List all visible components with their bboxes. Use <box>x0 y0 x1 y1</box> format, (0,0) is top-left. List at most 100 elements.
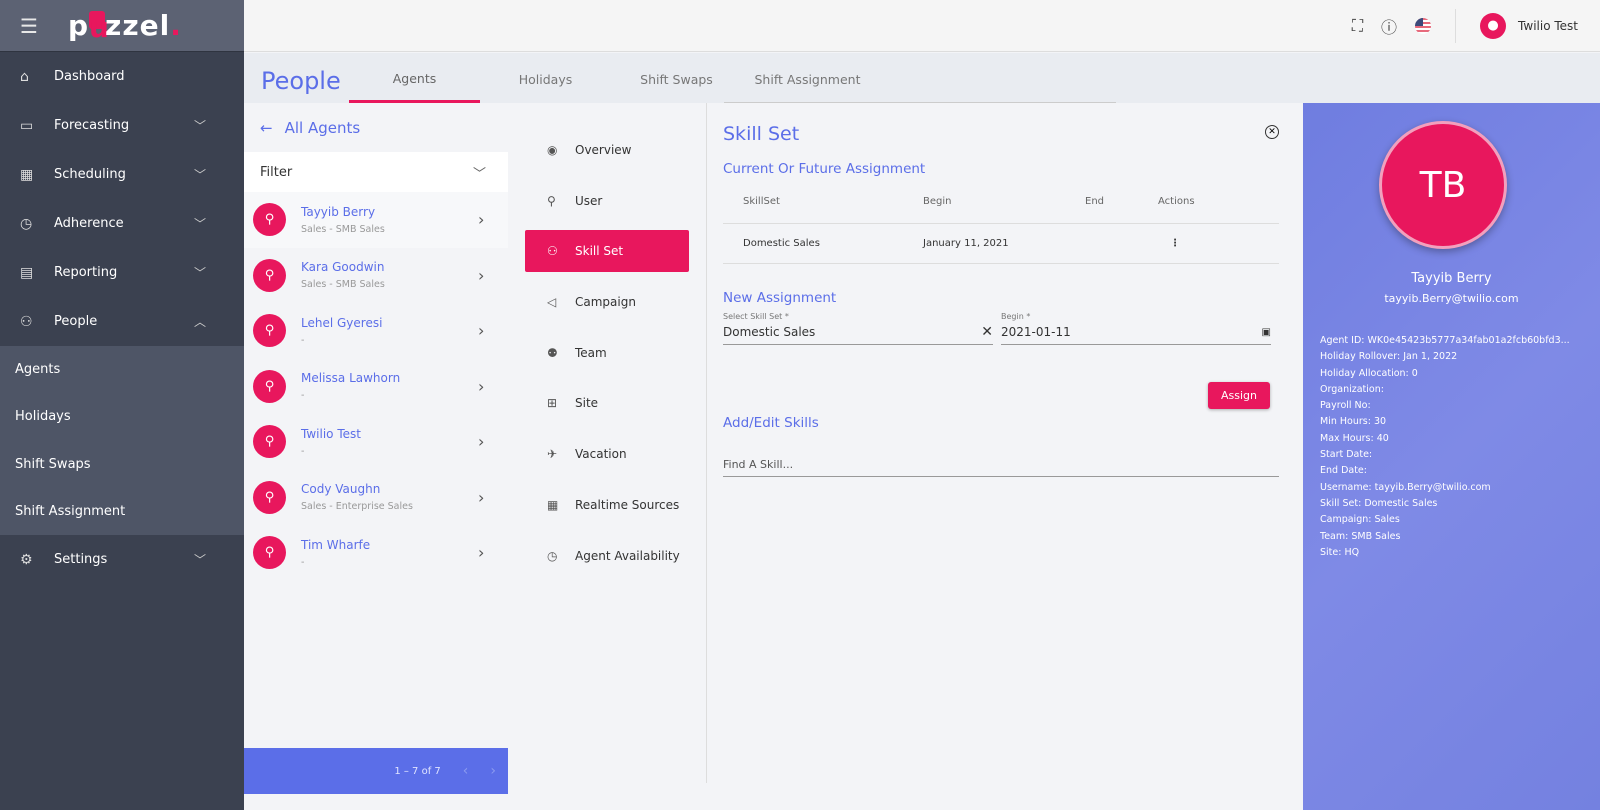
help-icon[interactable]: ⓘ <box>1381 14 1397 38</box>
sidebar-item-forecasting[interactable]: ▭ Forecasting ﹀ <box>0 101 244 150</box>
agent-list-item[interactable]: ⚲ Tim Wharfe - › <box>244 525 508 581</box>
skill-set-panel: Skill Set ✕ Current Or Future Assignment… <box>723 103 1279 477</box>
user-icon: ⚲ <box>253 314 286 348</box>
tab-agents[interactable]: Agents <box>349 71 480 103</box>
agent-list-item[interactable]: ⚲ Kara Goodwin Sales - SMB Sales › <box>244 248 508 304</box>
sitemap-icon: ⊞ <box>547 396 558 411</box>
tab-holidays[interactable]: Holidays <box>480 72 611 103</box>
agent-list-item[interactable]: ⚲ Twilio Test - › <box>244 414 508 470</box>
chevron-down-icon: ﹀ <box>472 166 486 182</box>
agent-team: - <box>301 334 305 346</box>
agent-team: Sales - Enterprise Sales <box>301 501 413 513</box>
user-avatar-icon[interactable]: ● <box>1480 12 1507 39</box>
user-name[interactable]: Twilio Test <box>1518 19 1578 33</box>
sidebar-subitem-shift-swaps[interactable]: Shift Swaps <box>0 441 244 488</box>
divider <box>1455 8 1457 43</box>
calendar-icon: ▦ <box>547 497 559 512</box>
detail-row: Payroll No: <box>1320 400 1371 412</box>
agent-list-item[interactable]: ⚲ Tayyib Berry Sales - SMB Sales › <box>244 192 508 248</box>
user-icon: ⚲ <box>253 536 286 570</box>
section-title: Skill Set <box>723 123 800 145</box>
menu-item-agent-availability[interactable]: ◷ Agent Availability <box>525 535 689 577</box>
agent-list-panel: ← All Agents Filter ﹀ ⚲ Tayyib Berry Sales -… <box>244 103 508 810</box>
chevron-right-icon: › <box>478 487 485 507</box>
agent-list-item[interactable]: ⚲ Melissa Lawhorn - › <box>244 359 508 415</box>
sidebar-item-scheduling[interactable]: ▦ Scheduling ﹀ <box>0 150 244 199</box>
begin-date-field[interactable]: 2021-01-11 ▣ <box>1001 321 1271 345</box>
tab-shift-swaps[interactable]: Shift Swaps <box>611 72 742 103</box>
calendar-icon: ▦ <box>20 166 34 183</box>
user-icon: ⚲ <box>547 193 556 208</box>
sidebar-item-reporting[interactable]: ▤ Reporting ﹀ <box>0 248 244 297</box>
sidebar-item-adherence[interactable]: ◷ Adherence ﹀ <box>0 199 244 248</box>
gear-icon: ⚙ <box>20 551 33 568</box>
sidebar: ☰ puzzel. ⌂ Dashboard ▭ Forecasting ﹀ ▦ Sche… <box>0 0 244 810</box>
menu-item-site[interactable]: ⊞ Site <box>525 382 689 424</box>
sidebar-subitem-shift-assignment[interactable]: Shift Assignment <box>0 488 244 535</box>
puzzel-logo[interactable]: puzzel. <box>68 9 182 44</box>
table-row: Domestic Sales January 11, 2021 ⋮ <box>723 223 1279 264</box>
sidebar-item-settings[interactable]: ⚙ Settings ﹀ <box>0 535 244 584</box>
all-agents-back[interactable]: ← All Agents <box>244 103 508 152</box>
agent-name: Tayyib Berry <box>301 204 376 219</box>
chevron-right-icon: › <box>478 376 485 396</box>
calendar-icon[interactable]: ▣ <box>1262 327 1271 338</box>
column-end: End <box>1085 181 1158 224</box>
plane-icon: ✈ <box>547 447 558 462</box>
menu-item-vacation[interactable]: ✈ Vacation <box>525 433 689 475</box>
agent-team: Sales - SMB Sales <box>301 223 385 235</box>
logo-bar: ☰ puzzel. <box>0 0 244 52</box>
arrow-left-icon[interactable]: ← <box>260 119 273 137</box>
user-icon: ⚲ <box>253 480 286 514</box>
find-skill-input[interactable]: Find A Skill... <box>723 453 1279 477</box>
tabs-bar: People Agents Holidays Shift Swaps Shift… <box>244 53 1600 103</box>
tab-shift-assignment[interactable]: Shift Assignment <box>742 72 873 103</box>
agent-list-item[interactable]: ⚲ Lehel Gyeresi - › <box>244 303 508 359</box>
sidebar-subitem-agents[interactable]: Agents <box>0 346 244 393</box>
cell-begin: January 11, 2021 <box>923 223 1085 264</box>
detail-row: Team: SMB Sales <box>1320 530 1401 542</box>
select-skill-set-field[interactable]: Domestic Sales ✕ <box>723 321 993 345</box>
menu-item-realtime-sources[interactable]: ▦ Realtime Sources <box>525 484 689 526</box>
agent-details: Agent ID: WK0e45423b5777a34fab01a2fcb60b… <box>1320 333 1600 561</box>
menu-item-campaign[interactable]: ◁ Campaign <box>525 281 689 323</box>
pagination: 1 – 7 of 7 ‹ › <box>244 748 508 794</box>
page-title: People <box>261 67 341 95</box>
chevron-right-icon: › <box>478 210 485 230</box>
more-vert-icon[interactable]: ⋮ <box>1158 223 1279 264</box>
clear-icon[interactable]: ✕ <box>981 324 993 340</box>
menu-item-team[interactable]: ⚉ Team <box>525 332 689 374</box>
detail-row: Username: tayyib.Berry@twilio.com <box>1320 481 1491 493</box>
prev-page-icon[interactable]: ‹ <box>463 763 469 779</box>
us-flag-icon[interactable] <box>1415 17 1432 34</box>
chart-icon: ▭ <box>20 117 34 134</box>
chevron-right-icon: › <box>478 432 485 452</box>
filter-dropdown[interactable]: Filter ﹀ <box>244 152 508 192</box>
agent-name: Melissa Lawhorn <box>301 371 401 386</box>
pagination-range: 1 – 7 of 7 <box>394 765 441 777</box>
chevron-down-icon: ﹀ <box>194 553 207 568</box>
detail-row: Min Hours: 30 <box>1320 416 1387 428</box>
sidebar-item-people[interactable]: ⚇ People ︿ <box>0 297 244 346</box>
selected-skill-set: Domestic Sales <box>723 325 816 339</box>
current-assignment-heading: Current Or Future Assignment <box>723 161 926 177</box>
assign-button[interactable]: Assign <box>1208 382 1270 409</box>
sidebar-subitem-holidays[interactable]: Holidays <box>0 393 244 440</box>
home-icon: ⌂ <box>20 68 29 85</box>
fullscreen-icon[interactable]: ⛶ <box>1352 16 1363 36</box>
skill-icon: ⚇ <box>547 244 558 259</box>
menu-item-user[interactable]: ⚲ User <box>525 180 689 222</box>
close-icon[interactable]: ✕ <box>1265 125 1279 139</box>
next-page-icon[interactable]: › <box>490 763 496 779</box>
agent-name: Tim Wharfe <box>301 537 371 552</box>
eye-icon: ◉ <box>547 143 558 157</box>
column-actions: Actions <box>1158 181 1279 224</box>
menu-item-skill-set[interactable]: ⚇ Skill Set <box>525 230 689 273</box>
sidebar-item-dashboard[interactable]: ⌂ Dashboard <box>0 52 244 101</box>
agent-team: - <box>301 445 305 457</box>
assignment-table: SkillSet Begin End Actions Domestic Sale… <box>723 181 1279 264</box>
menu-icon[interactable]: ☰ <box>20 14 68 38</box>
detail-row: Holiday Allocation: 0 <box>1320 367 1418 379</box>
menu-item-overview[interactable]: ◉ Overview <box>525 129 689 171</box>
agent-list-item[interactable]: ⚲ Cody Vaughn Sales - Enterprise Sales › <box>244 470 508 526</box>
